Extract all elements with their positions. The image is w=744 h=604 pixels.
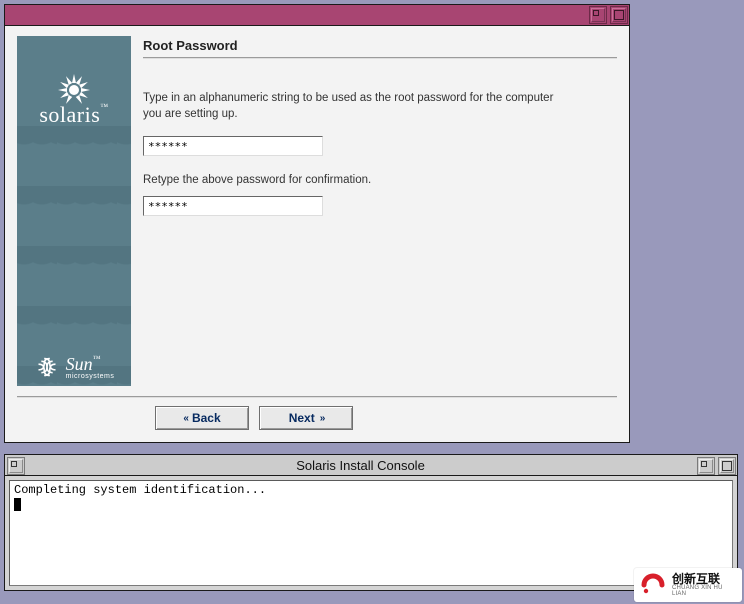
console-titlebar[interactable]: Solaris Install Console bbox=[5, 455, 737, 476]
chevron-right-icon: » bbox=[320, 413, 324, 424]
sunburst-icon bbox=[54, 66, 94, 106]
root-password-input[interactable] bbox=[143, 136, 323, 156]
watermark-logo-icon bbox=[640, 572, 666, 598]
console-maximize-button[interactable] bbox=[718, 457, 736, 475]
installer-window: solaris™ bbox=[4, 4, 630, 443]
back-button-label: Back bbox=[192, 411, 221, 425]
vendor-name: Sun bbox=[66, 354, 93, 374]
installer-body: solaris™ bbox=[5, 26, 629, 442]
branding-sidepanel: solaris™ bbox=[17, 36, 131, 386]
console-body: Completing system identification... bbox=[5, 476, 737, 590]
wave-decoration bbox=[17, 126, 131, 386]
trademark-symbol: ™ bbox=[100, 102, 108, 111]
console-minimize-button[interactable] bbox=[697, 457, 715, 475]
instructions-text: Type in an alphanumeric string to be use… bbox=[143, 91, 573, 122]
sun-logo: Sun™ microsystems bbox=[17, 354, 131, 380]
back-button[interactable]: « Back bbox=[155, 406, 249, 430]
vendor-subname: microsystems bbox=[66, 373, 115, 380]
maximize-button[interactable] bbox=[610, 6, 628, 24]
console-output[interactable]: Completing system identification... bbox=[9, 480, 733, 586]
installer-content: Root Password Type in an alphanumeric st… bbox=[143, 36, 617, 386]
page-title: Root Password bbox=[143, 38, 617, 53]
minimize-button[interactable] bbox=[589, 6, 607, 24]
watermark-cn: 创新互联 bbox=[672, 573, 736, 585]
text-cursor-icon bbox=[14, 498, 21, 511]
console-menu-button[interactable] bbox=[7, 457, 25, 475]
next-button[interactable]: Next » bbox=[259, 406, 353, 430]
button-bar: « Back Next » bbox=[17, 406, 617, 430]
confirm-password-input[interactable] bbox=[143, 196, 323, 216]
watermark-en: CHUANG XIN HU LIAN bbox=[672, 585, 736, 597]
console-line: Completing system identification... bbox=[14, 483, 266, 497]
footer-divider bbox=[17, 396, 617, 398]
confirm-field-wrapper bbox=[143, 196, 617, 216]
chevron-left-icon: « bbox=[183, 413, 187, 424]
next-button-label: Next bbox=[289, 411, 315, 425]
watermark: 创新互联 CHUANG XIN HU LIAN bbox=[634, 568, 742, 602]
solaris-logo: solaris™ bbox=[17, 66, 131, 128]
password-field-wrapper bbox=[143, 136, 617, 156]
console-window: Solaris Install Console Completing syste… bbox=[4, 454, 738, 591]
confirm-instructions: Retype the above password for confirmati… bbox=[143, 174, 617, 186]
installer-titlebar[interactable] bbox=[5, 5, 629, 26]
heading-divider bbox=[143, 57, 617, 59]
sun-diamond-icon bbox=[34, 354, 60, 380]
console-title: Solaris Install Console bbox=[26, 458, 695, 473]
